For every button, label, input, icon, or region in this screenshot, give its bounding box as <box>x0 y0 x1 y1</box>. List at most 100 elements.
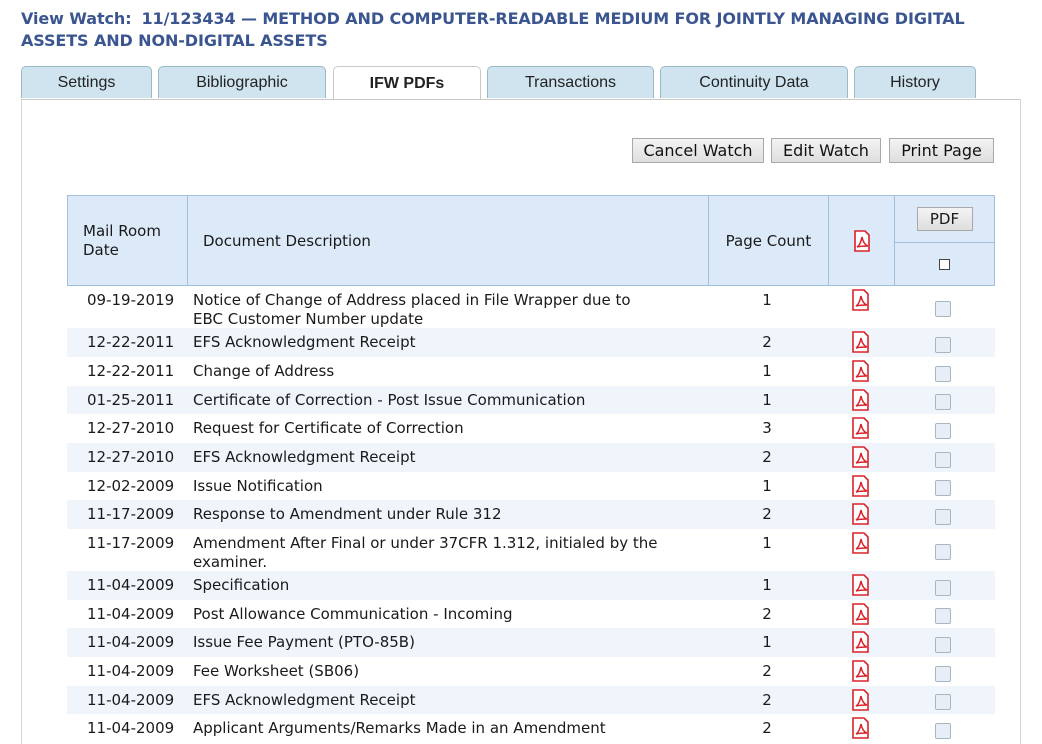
row-select-checkbox[interactable] <box>935 337 951 353</box>
row-select-checkbox[interactable] <box>935 608 951 624</box>
edit-watch-button[interactable]: Edit Watch <box>771 138 881 163</box>
row-mail-room-date: 11-04-2009 <box>87 719 175 737</box>
table-row: 11-04-2009 Fee Worksheet (SB06) 2 <box>67 657 995 686</box>
pdf-icon[interactable] <box>849 503 873 525</box>
row-mail-room-date: 11-04-2009 <box>87 605 175 623</box>
table-row: 11-04-2009 Issue Fee Payment (PTO-85B) 1 <box>67 628 995 657</box>
page-title: View Watch: 11/123434 — METHOD AND COMPUT… <box>21 8 1021 52</box>
row-page-count: 2 <box>762 662 772 680</box>
row-mail-room-date: 12-27-2010 <box>87 448 175 466</box>
row-mail-room-date: 12-22-2011 <box>87 333 175 351</box>
pdf-icon[interactable] <box>849 603 873 625</box>
pdf-icon[interactable] <box>849 631 873 653</box>
pdf-icon <box>853 229 870 252</box>
select-all-checkbox[interactable] <box>939 258 950 270</box>
pdf-icon[interactable] <box>849 660 873 682</box>
row-select-checkbox[interactable] <box>935 723 951 739</box>
table-row: 12-27-2010 EFS Acknowledgment Receipt 2 <box>67 443 995 472</box>
row-mail-room-date: 11-17-2009 <box>87 534 175 552</box>
pdf-icon[interactable] <box>849 331 873 353</box>
row-mail-room-date: 11-17-2009 <box>87 505 175 523</box>
row-page-count: 2 <box>762 505 772 523</box>
row-select-checkbox[interactable] <box>935 694 951 710</box>
tab-bibliographic[interactable]: Bibliographic <box>158 66 326 98</box>
row-select-checkbox[interactable] <box>935 509 951 525</box>
row-page-count: 2 <box>762 691 772 709</box>
row-mail-room-date: 01-25-2011 <box>87 391 175 409</box>
row-page-count: 1 <box>762 291 772 309</box>
row-mail-room-date: 11-04-2009 <box>87 662 175 680</box>
row-select-checkbox[interactable] <box>935 366 951 382</box>
row-select-checkbox[interactable] <box>935 423 951 439</box>
row-mail-room-date: 11-04-2009 <box>87 633 175 651</box>
pdf-icon[interactable] <box>849 689 873 711</box>
row-select-checkbox[interactable] <box>935 580 951 596</box>
table-row: 12-22-2011 Change of Address 1 <box>67 357 995 386</box>
pdf-icon[interactable] <box>849 417 873 439</box>
row-mail-room-date: 12-22-2011 <box>87 362 175 380</box>
row-select-checkbox[interactable] <box>935 452 951 468</box>
print-page-button[interactable]: Print Page <box>889 138 994 163</box>
header-pdf-icon-col <box>828 196 894 285</box>
row-document-description: Issue Fee Payment (PTO-85B) <box>193 633 415 651</box>
table-row: 12-02-2009 Issue Notification 1 <box>67 472 995 500</box>
download-pdf-button[interactable]: PDF <box>916 207 973 231</box>
row-page-count: 1 <box>762 391 772 409</box>
row-page-count: 1 <box>762 534 772 552</box>
pdf-icon[interactable] <box>849 389 873 411</box>
row-page-count: 1 <box>762 576 772 594</box>
table-row: 11-17-2009 Response to Amendment under Ru… <box>67 500 995 529</box>
table-row: 11-17-2009 Amendment After Final or under… <box>67 529 995 571</box>
row-page-count: 2 <box>762 448 772 466</box>
table-header: Mail Room Date Document Description Page… <box>67 195 995 286</box>
row-document-description: Issue Notification <box>193 477 323 495</box>
documents-table: Mail Room Date Document Description Page… <box>67 195 995 743</box>
row-page-count: 2 <box>762 333 772 351</box>
row-document-description: Applicant Arguments/Remarks Made in an A… <box>193 719 606 737</box>
tab-transactions[interactable]: Transactions <box>487 66 654 98</box>
row-select-checkbox[interactable] <box>935 544 951 560</box>
row-document-description: Notice of Change of Address placed in Fi… <box>193 291 631 328</box>
row-select-checkbox[interactable] <box>935 394 951 410</box>
page-title-label: View Watch: <box>21 9 132 28</box>
page-title-text: 11/123434 — METHOD AND COMPUTER-READABLE… <box>21 9 965 50</box>
row-mail-room-date: 12-02-2009 <box>87 477 175 495</box>
row-document-description: EFS Acknowledgment Receipt <box>193 691 416 709</box>
table-row: 11-04-2009 EFS Acknowledgment Receipt 2 <box>67 686 995 714</box>
pdf-icon[interactable] <box>849 475 873 497</box>
pdf-icon[interactable] <box>849 574 873 596</box>
pdf-icon[interactable] <box>849 360 873 382</box>
table-row: 11-04-2009 Applicant Arguments/Remarks Ma… <box>67 714 995 743</box>
row-document-description: Post Allowance Communication - Incoming <box>193 605 513 623</box>
tab-history[interactable]: History <box>854 66 976 98</box>
row-document-description: Amendment After Final or under 37CFR 1.3… <box>193 534 658 571</box>
row-select-checkbox[interactable] <box>935 637 951 653</box>
table-row: 12-27-2010 Request for Certificate of Cor… <box>67 414 995 443</box>
tab-continuity-data[interactable]: Continuity Data <box>660 66 848 98</box>
tab-ifw-pdfs[interactable]: IFW PDFs <box>333 66 481 100</box>
table-row: 12-22-2011 EFS Acknowledgment Receipt 2 <box>67 328 995 357</box>
row-mail-room-date: 11-04-2009 <box>87 691 175 709</box>
row-select-checkbox[interactable] <box>935 480 951 496</box>
tab-settings[interactable]: Settings <box>21 66 152 98</box>
row-mail-room-date: 12-27-2010 <box>87 419 175 437</box>
row-document-description: Specification <box>193 576 290 594</box>
row-mail-room-date: 09-19-2019 <box>87 291 175 309</box>
header-page-count: Page Count <box>708 196 828 285</box>
row-select-checkbox[interactable] <box>935 301 951 317</box>
cancel-watch-button[interactable]: Cancel Watch <box>632 138 764 163</box>
row-page-count: 2 <box>762 719 772 737</box>
row-page-count: 1 <box>762 362 772 380</box>
row-document-description: Certificate of Correction - Post Issue C… <box>193 391 586 409</box>
row-page-count: 1 <box>762 477 772 495</box>
row-page-count: 2 <box>762 605 772 623</box>
row-document-description: Response to Amendment under Rule 312 <box>193 505 502 523</box>
row-select-checkbox[interactable] <box>935 666 951 682</box>
pdf-icon[interactable] <box>849 289 873 311</box>
row-page-count: 3 <box>762 419 772 437</box>
header-pdf-cell: PDF <box>894 196 994 243</box>
row-page-count: 1 <box>762 633 772 651</box>
pdf-icon[interactable] <box>849 532 873 554</box>
pdf-icon[interactable] <box>849 446 873 468</box>
pdf-icon[interactable] <box>849 717 873 739</box>
